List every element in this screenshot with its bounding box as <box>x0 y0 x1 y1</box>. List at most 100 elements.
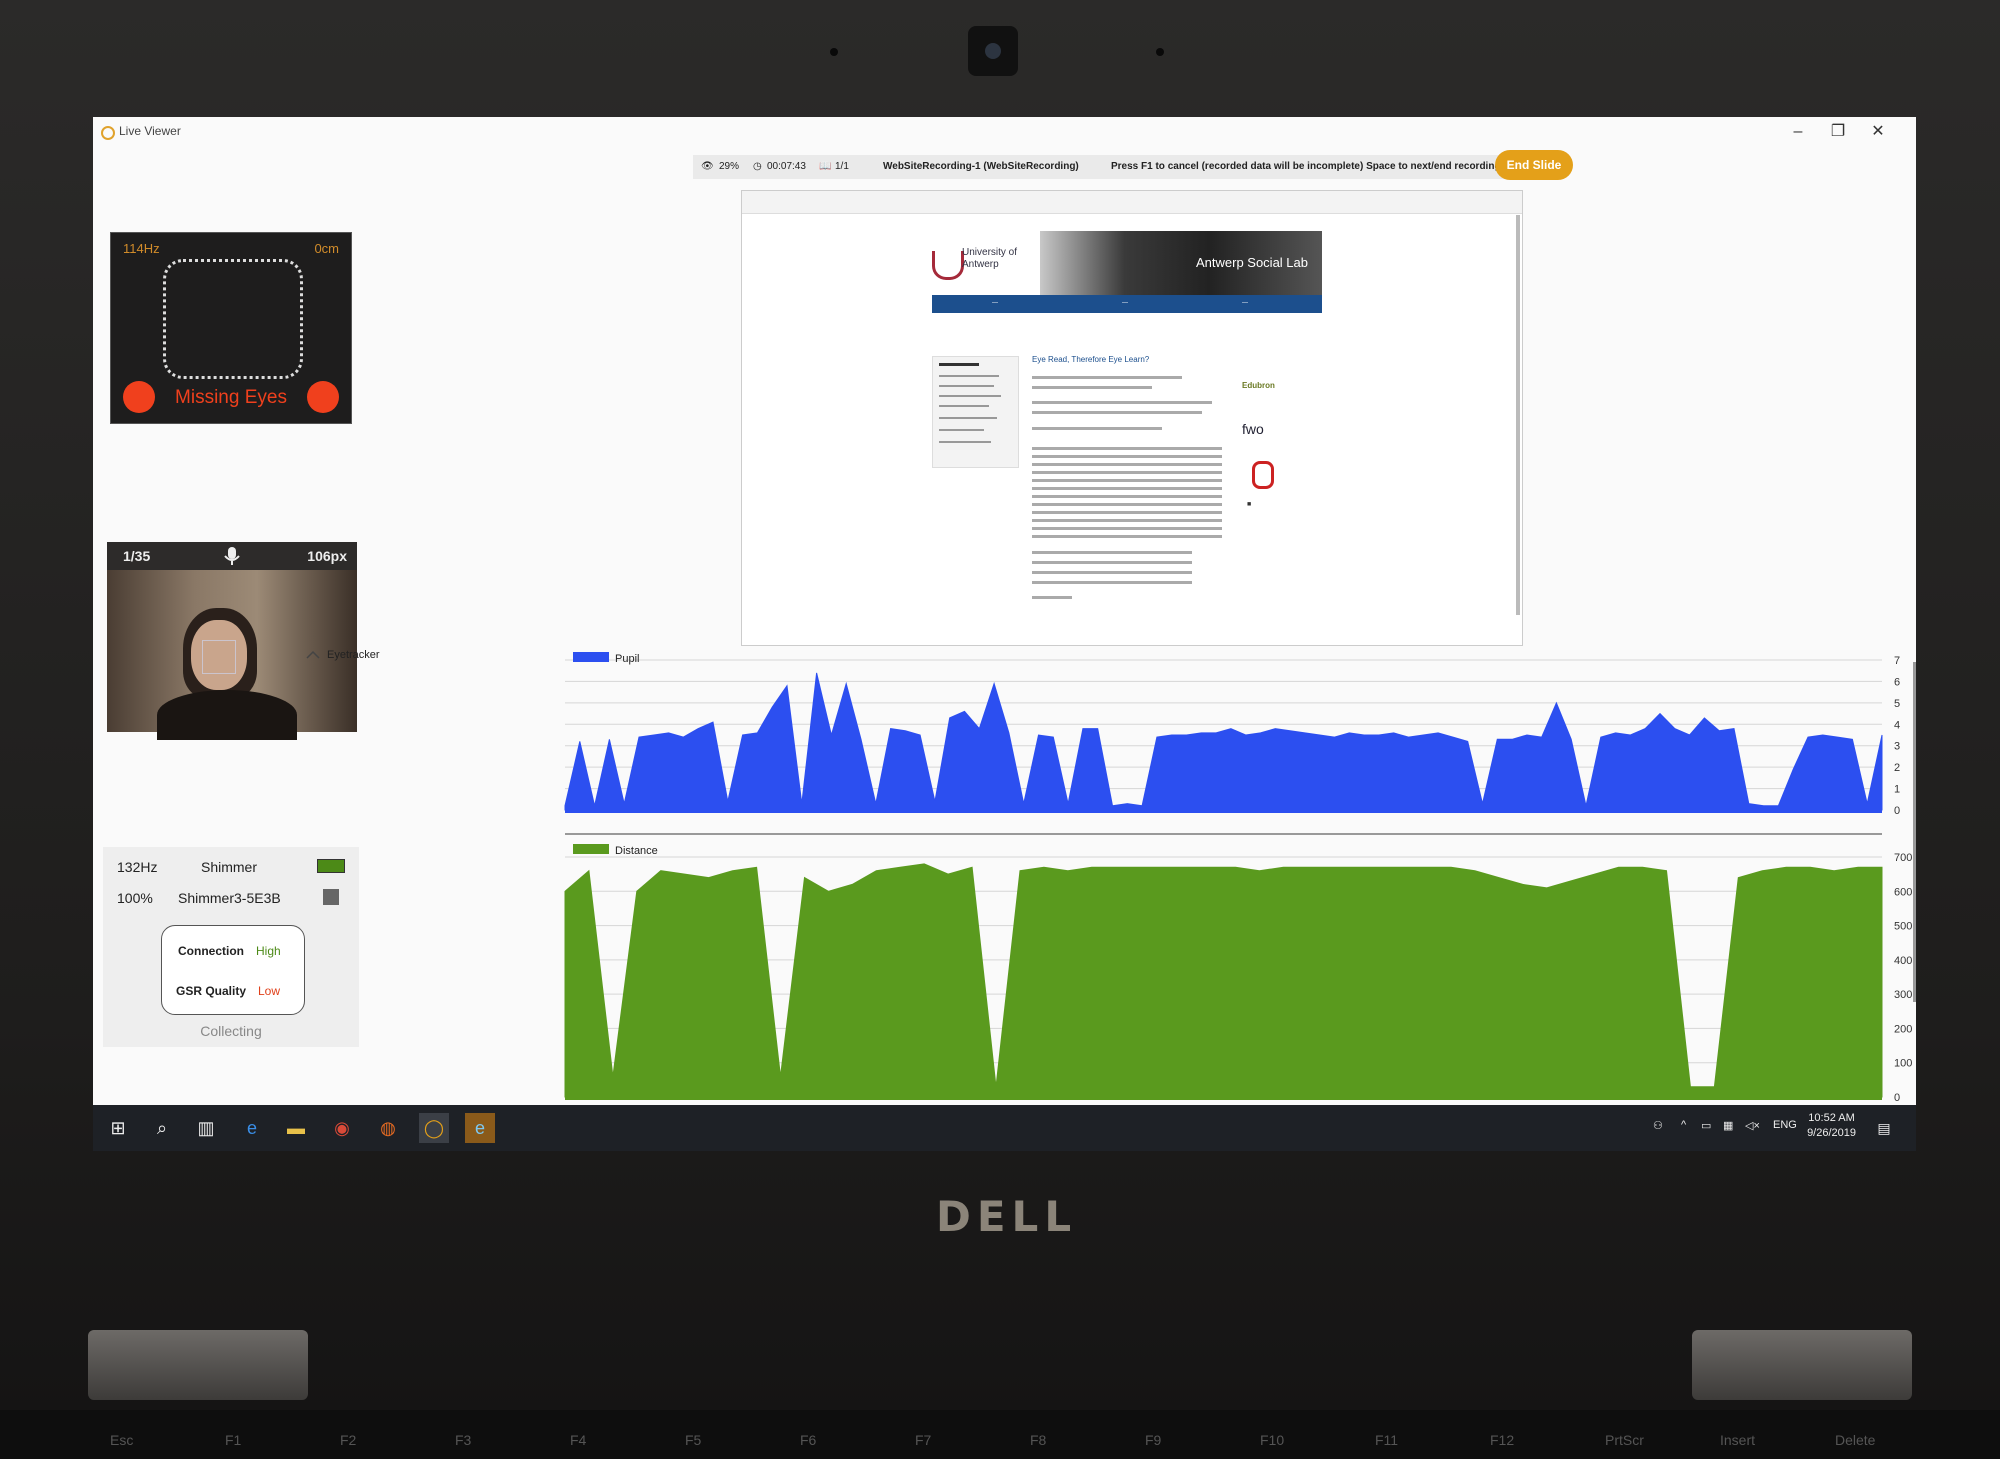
battery-tray-icon[interactable]: ▭ <box>1701 1119 1711 1132</box>
y-tick-label: 700 <box>1894 852 1912 864</box>
y-tick-label: 6 <box>1894 676 1900 688</box>
fwo-logo: fwo <box>1242 421 1264 437</box>
nav-item[interactable]: — <box>1242 300 1248 306</box>
chrome-icon[interactable]: ◉ <box>327 1113 357 1143</box>
connection-quality-box: Connection High GSR Quality Low <box>161 925 305 1015</box>
clock-date: 9/26/2019 <box>1807 1127 1856 1139</box>
face-landmarks <box>202 640 236 674</box>
banner-title: Antwerp Social Lab <box>1195 255 1308 270</box>
maximize-button[interactable]: ❐ <box>1823 120 1853 144</box>
chart-scrollbar <box>1913 662 1916 1002</box>
live-viewer-taskbar-icon[interactable]: ◯ <box>419 1113 449 1143</box>
hinge-right <box>1692 1330 1912 1400</box>
text-line <box>1032 511 1222 514</box>
language-indicator[interactable]: ENG <box>1773 1119 1797 1131</box>
notifications-icon[interactable]: ▤ <box>1869 1113 1899 1143</box>
task-view-icon[interactable]: ▥ <box>191 1113 221 1143</box>
timer: 00:07:43 <box>767 161 806 172</box>
clock-time: 10:52 AM <box>1808 1112 1855 1124</box>
eye-percent: 29% <box>719 161 740 172</box>
fkey-label: F7 <box>915 1432 932 1448</box>
stimulus-scrollbar[interactable] <box>1516 215 1520 615</box>
firefox-icon[interactable]: ◍ <box>373 1113 403 1143</box>
legend-label: Pupil <box>615 653 639 665</box>
site-nav[interactable]: — — — <box>932 295 1322 313</box>
minimize-button[interactable]: – <box>1783 120 1813 144</box>
fkey-label: Delete <box>1835 1432 1876 1448</box>
text-line <box>1032 551 1192 554</box>
sidebar-line <box>939 385 994 387</box>
book-icon: 📖 <box>819 161 832 172</box>
fkey-label: F4 <box>570 1432 587 1448</box>
fkey-label: F9 <box>1145 1432 1162 1448</box>
hinge-left <box>88 1330 308 1400</box>
text-line <box>1032 479 1222 482</box>
webcam-toolbar: 1/35 106px <box>107 542 357 570</box>
fkey-label: F11 <box>1375 1432 1399 1448</box>
y-tick-label: 400 <box>1894 955 1912 967</box>
fkey-label: PrtScr <box>1605 1432 1644 1448</box>
slide-count: 1/1 <box>835 161 849 172</box>
legend-label: Distance <box>615 845 658 857</box>
eye-tracker-message: Missing Eyes <box>175 387 287 408</box>
sidebar-line <box>939 441 991 443</box>
y-tick-label: 300 <box>1894 989 1912 1001</box>
edge-icon[interactable]: e <box>237 1113 267 1143</box>
ua-logo-icon <box>932 251 964 280</box>
stimulus-website[interactable]: University of Antwerp Antwerp Social Lab… <box>741 190 1523 646</box>
fkey-label: F8 <box>1030 1432 1047 1448</box>
text-line <box>1032 463 1222 466</box>
people-icon[interactable]: ⚇ <box>1653 1119 1663 1132</box>
sidebar-line <box>939 363 979 366</box>
file-explorer-icon[interactable]: ▬ <box>281 1113 311 1143</box>
fkey-label: F2 <box>340 1432 357 1448</box>
y-tick-label: 100 <box>1894 1058 1912 1070</box>
nav-item[interactable]: — <box>992 300 998 306</box>
window-title: Live Viewer <box>119 124 181 138</box>
webcam-count: 1/35 <box>123 548 151 564</box>
internet-explorer-icon[interactable]: e <box>465 1113 495 1143</box>
text-line <box>1032 401 1212 404</box>
fkey-label: F3 <box>455 1432 472 1448</box>
y-tick-label: 200 <box>1894 1023 1912 1035</box>
eye-tracker-hz: 114Hz <box>123 241 160 256</box>
text-line <box>1032 581 1192 584</box>
sidebar-line <box>939 395 1001 397</box>
search-icon[interactable]: ⌕ <box>147 1113 177 1143</box>
text-line <box>1032 571 1192 574</box>
nav-item[interactable]: — <box>1122 300 1128 306</box>
charts-svg: 0 1 2 3 4 5 6 7 Pupil 0 100 200 300 400 500 600 700 Dista… <box>564 652 1916 1104</box>
recording-status-bar: 👁 29% ◷ 00:07:43 📖 1/1 WebSiteRecording-… <box>693 155 1551 179</box>
open-university-logo <box>1252 461 1274 489</box>
y-tick-label: 7 <box>1894 655 1900 667</box>
text-line <box>1032 535 1222 538</box>
screen: Live Viewer – ❐ ✕ 👁 29% ◷ 00:07:43 📖 1/1… <box>93 117 1916 1122</box>
shimmer-name: Shimmer <box>201 859 258 875</box>
volume-icon[interactable]: ◁× <box>1745 1119 1760 1132</box>
connection-label: Connection <box>178 944 244 958</box>
text-line <box>1032 455 1222 458</box>
eye-tracker-status: 114Hz 0cm Missing Eyes <box>110 232 352 424</box>
end-slide-button[interactable]: End Slide <box>1495 150 1573 180</box>
text-line <box>1032 447 1222 450</box>
text-line <box>1032 503 1222 506</box>
microphone-icon[interactable] <box>218 544 246 568</box>
partner-logo: ■ <box>1247 501 1252 508</box>
shimmer-hz: 132Hz <box>117 859 158 875</box>
close-button[interactable]: ✕ <box>1863 120 1893 144</box>
site-sidebar <box>932 356 1019 468</box>
clock[interactable]: 10:52 AM 9/26/2019 <box>1807 1111 1856 1141</box>
title-bar: Live Viewer – ❐ ✕ <box>93 117 1916 149</box>
y-tick-label: 1 <box>1894 784 1900 796</box>
dell-logo: DELL <box>936 1192 1078 1241</box>
tray-chevron-icon[interactable]: ^ <box>1681 1119 1686 1131</box>
network-icon[interactable]: ▦ <box>1723 1119 1733 1132</box>
y-tick-label: 3 <box>1894 741 1900 753</box>
browser-address-bar[interactable] <box>742 191 1522 214</box>
windows-start-icon[interactable]: ⊞ <box>103 1113 133 1143</box>
windows-taskbar: ⊞ ⌕ ▥ e ▬ ◉ ◍ ◯ e ⚇ ^ ▭ ▦ ◁× ENG 10:52 A… <box>93 1105 1916 1151</box>
fkey-label: F1 <box>225 1432 242 1448</box>
y-tick-label: 2 <box>1894 762 1900 774</box>
fkey-label: F5 <box>685 1432 702 1448</box>
shimmer-device: Shimmer3-5E3B <box>178 890 281 906</box>
